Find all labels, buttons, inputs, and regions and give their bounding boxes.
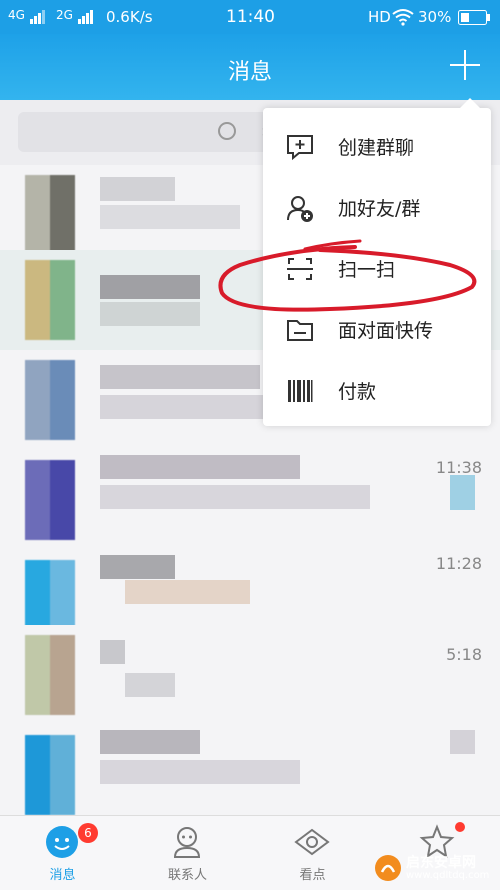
list-item[interactable]: 5:18 (0, 625, 500, 726)
app-header: 消息 (0, 34, 500, 100)
status-bar: 4G 2G 0.6K/s 11:40 HD 30% (0, 0, 500, 34)
add-friend-icon (287, 196, 313, 222)
menu-item-face-to-face-transfer[interactable]: 面对面快传 (263, 299, 491, 359)
avatar (25, 175, 75, 255)
network-2g-indicator: 2G (56, 8, 73, 22)
menu-item-scan[interactable]: 扫一扫 (263, 238, 491, 298)
plus-menu-popup: 创建群聊 加好友/群 扫一扫 面对面快传 付款 (263, 98, 491, 426)
notification-dot (455, 822, 465, 832)
eye-icon (294, 828, 330, 856)
menu-item-label: 付款 (338, 381, 377, 403)
tab-label: 消息 (49, 868, 76, 883)
menu-item-create-group-chat[interactable]: 创建群聊 (263, 116, 491, 176)
tab-label: 看点 (299, 868, 326, 883)
avatar (25, 260, 75, 340)
tab-messages[interactable]: 6 消息 (0, 816, 125, 890)
menu-item-label: 加好友/群 (338, 198, 421, 220)
menu-item-add-friend[interactable]: 加好友/群 (263, 177, 491, 237)
wifi-icon (392, 8, 414, 30)
menu-item-label: 创建群聊 (338, 137, 415, 159)
tab-contacts[interactable]: 联系人 (125, 816, 250, 890)
menu-item-payment[interactable]: 付款 (263, 360, 491, 420)
site-logo (375, 855, 401, 881)
scan-icon (287, 258, 313, 280)
tab-label: 联系人 (167, 868, 207, 883)
page-title: 消息 (227, 60, 272, 85)
menu-item-label: 面对面快传 (338, 320, 434, 342)
watermark-url: www.qdltdq.com (406, 870, 490, 881)
list-item[interactable] (0, 725, 500, 816)
avatar (25, 735, 75, 815)
menu-item-label: 扫一扫 (338, 259, 396, 281)
search-icon (218, 122, 236, 140)
signal-icon (30, 10, 46, 28)
contacts-icon (173, 827, 201, 858)
avatar (25, 460, 75, 540)
network-4g-indicator: 4G (8, 8, 25, 22)
message-icon (46, 826, 78, 858)
battery-icon (458, 10, 490, 29)
timestamp: 11:28 (435, 554, 482, 573)
signal-icon (78, 10, 94, 28)
network-speed: 0.6K/s (106, 8, 153, 26)
folder-transfer-icon (287, 320, 313, 341)
plus-icon[interactable] (448, 48, 482, 82)
timestamp: 5:18 (446, 645, 482, 664)
watermark-text: 启东安卓网 (406, 855, 476, 871)
clock: 11:40 (226, 7, 275, 27)
avatar (25, 635, 75, 715)
create-group-chat-icon (287, 135, 313, 161)
avatar (25, 360, 75, 440)
list-item[interactable]: 11:38 (0, 450, 500, 551)
hd-indicator: HD (368, 8, 391, 26)
barcode-payment-icon (288, 380, 313, 402)
tab-discover[interactable]: 看点 (250, 816, 375, 890)
battery-percent: 30% (418, 8, 452, 26)
unread-badge: 6 (78, 823, 98, 843)
site-watermark: 启东安卓网 www.qdltdq.com (370, 851, 498, 887)
